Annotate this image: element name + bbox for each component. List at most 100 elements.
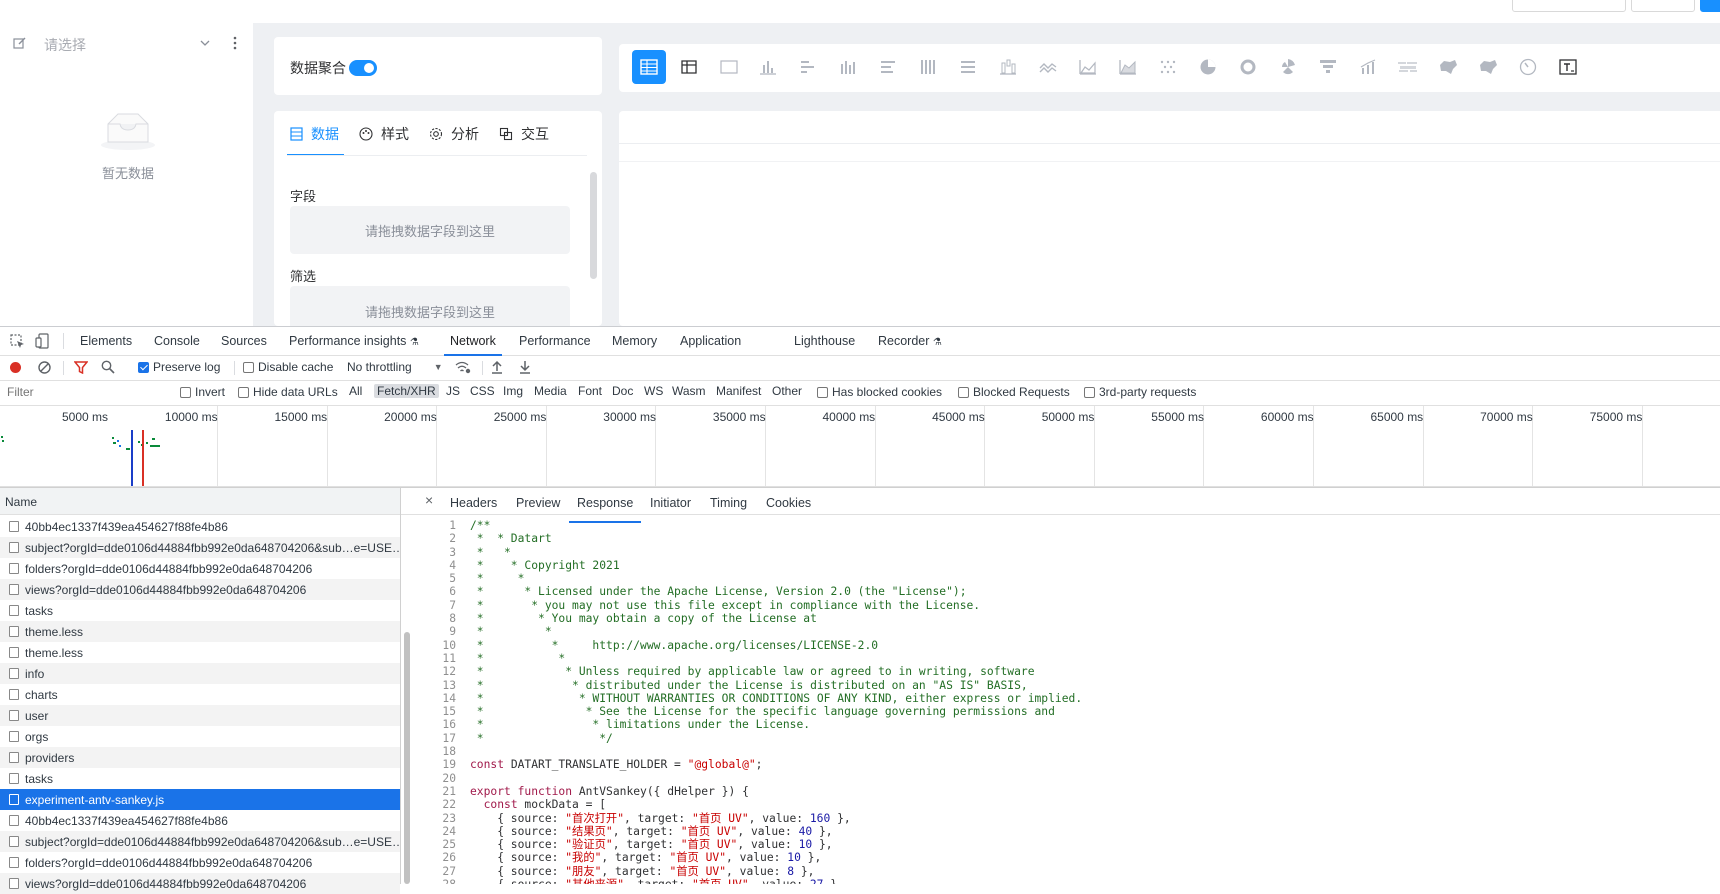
tab-interaction[interactable]: 交互 bbox=[499, 124, 549, 144]
area-chart-icon[interactable] bbox=[1073, 52, 1103, 82]
filter-type-wasm[interactable]: Wasm bbox=[672, 384, 706, 398]
tab-sources[interactable]: Sources bbox=[221, 327, 267, 355]
filter-type-other[interactable]: Other bbox=[772, 384, 802, 398]
funnel-icon[interactable] bbox=[1313, 52, 1343, 82]
filter-icon[interactable] bbox=[74, 361, 88, 374]
chevron-down-icon[interactable] bbox=[199, 37, 211, 49]
checkbox[interactable] bbox=[243, 361, 254, 373]
filter-drop-zone[interactable]: 请拖拽数据字段到这里 bbox=[290, 286, 570, 326]
config-scrollbar[interactable] bbox=[590, 172, 597, 279]
pivot-table-icon[interactable] bbox=[674, 52, 704, 82]
stacked-area-icon[interactable] bbox=[1113, 52, 1143, 82]
filter-input[interactable] bbox=[2, 382, 172, 402]
pie-chart-icon[interactable] bbox=[1193, 52, 1223, 82]
throttling-select[interactable]: No throttling ▼ bbox=[347, 360, 443, 374]
filter-type-manifest[interactable]: Manifest bbox=[716, 384, 761, 398]
source-select[interactable]: 请选择 bbox=[0, 23, 253, 63]
checkbox[interactable] bbox=[817, 386, 828, 398]
name-column-header[interactable]: Name bbox=[5, 495, 37, 509]
checkbox[interactable] bbox=[238, 386, 249, 398]
stacked-bar-icon[interactable] bbox=[913, 52, 943, 82]
filter-type-font[interactable]: Font bbox=[578, 384, 602, 398]
request-row[interactable]: 40bb4ec1337f439ea454627f88fe4b86 bbox=[0, 810, 400, 831]
waterfall-icon[interactable] bbox=[993, 52, 1023, 82]
tab-lighthouse[interactable]: Lighthouse bbox=[794, 327, 855, 355]
device-toolbar-icon[interactable] bbox=[35, 333, 49, 349]
tab-recorder[interactable]: Recorder ⚗ bbox=[878, 327, 942, 355]
stacked-hbar-icon[interactable] bbox=[873, 52, 903, 82]
request-row[interactable]: subject?orgId=dde0106d44884fbb992e0da648… bbox=[0, 537, 400, 558]
tab-data[interactable]: 数据 bbox=[290, 124, 339, 144]
scatter-map-icon[interactable] bbox=[1473, 52, 1503, 82]
score-card-icon[interactable] bbox=[714, 52, 744, 82]
request-row[interactable]: charts bbox=[0, 684, 400, 705]
request-row[interactable]: subject?orgId=dde0106d44884fbb992e0da648… bbox=[0, 831, 400, 852]
network-conditions-icon[interactable] bbox=[455, 361, 471, 374]
tab-preview[interactable]: Preview bbox=[516, 494, 560, 514]
invert-checkbox[interactable]: Invert bbox=[180, 385, 225, 399]
tab-elements[interactable]: Elements bbox=[80, 327, 132, 355]
map-icon[interactable] bbox=[1433, 52, 1463, 82]
more-vertical-icon[interactable] bbox=[229, 35, 241, 51]
filter-type-img[interactable]: Img bbox=[503, 384, 523, 398]
grouped-bar-icon[interactable] bbox=[833, 52, 863, 82]
table-chart-icon[interactable] bbox=[632, 50, 666, 84]
word-cloud-icon[interactable] bbox=[1393, 52, 1423, 82]
doughnut-icon[interactable] bbox=[1233, 52, 1263, 82]
field-drop-zone[interactable]: 请拖拽数据字段到这里 bbox=[290, 206, 570, 254]
import-har-icon[interactable] bbox=[491, 360, 503, 374]
scatter-icon[interactable] bbox=[1153, 52, 1183, 82]
request-row[interactable]: 40bb4ec1337f439ea454627f88fe4b86 bbox=[0, 516, 400, 537]
tab-performance-insights[interactable]: Performance insights ⚗ bbox=[289, 327, 419, 355]
request-row[interactable]: user bbox=[0, 705, 400, 726]
gauge-icon[interactable] bbox=[1513, 52, 1543, 82]
top-action-button[interactable] bbox=[1512, 0, 1626, 12]
tab-initiator[interactable]: Initiator bbox=[650, 494, 691, 514]
tab-timing[interactable]: Timing bbox=[710, 494, 747, 514]
filter-type-media[interactable]: Media bbox=[534, 384, 567, 398]
tab-style[interactable]: 样式 bbox=[359, 124, 409, 144]
tab-cookies[interactable]: Cookies bbox=[766, 494, 811, 514]
rich-text-icon[interactable] bbox=[1553, 52, 1583, 82]
clear-icon[interactable] bbox=[38, 361, 51, 374]
has-blocked-cookies-checkbox[interactable]: Has blocked cookies bbox=[817, 385, 942, 399]
aggregation-toggle[interactable] bbox=[349, 60, 377, 76]
double-y-icon[interactable] bbox=[1353, 52, 1383, 82]
request-row[interactable]: views?orgId=dde0106d44884fbb992e0da64870… bbox=[0, 579, 400, 600]
request-row[interactable]: folders?orgId=dde0106d44884fbb992e0da648… bbox=[0, 852, 400, 873]
tab-performance[interactable]: Performance bbox=[519, 327, 591, 355]
tab-memory[interactable]: Memory bbox=[612, 327, 657, 355]
response-code-viewer[interactable]: 1/** 2 * * Datart 3 * * 4 * * Copyright 202… bbox=[416, 519, 1720, 884]
tab-headers[interactable]: Headers bbox=[450, 494, 497, 514]
filter-type-fetch-xhr[interactable]: Fetch/XHR bbox=[374, 384, 439, 398]
inspect-element-icon[interactable] bbox=[10, 334, 25, 349]
request-row[interactable]: tasks bbox=[0, 768, 400, 789]
horizontal-bar-icon[interactable] bbox=[793, 52, 823, 82]
search-icon[interactable] bbox=[101, 360, 115, 374]
tab-console[interactable]: Console bbox=[154, 327, 200, 355]
percent-hbar-icon[interactable] bbox=[953, 52, 983, 82]
checkbox[interactable] bbox=[180, 386, 191, 398]
request-row[interactable]: orgs bbox=[0, 726, 400, 747]
filter-type-css[interactable]: CSS bbox=[470, 384, 495, 398]
export-har-icon[interactable] bbox=[519, 360, 531, 374]
filter-type-ws[interactable]: WS bbox=[644, 384, 663, 398]
requests-scrollbar[interactable] bbox=[404, 632, 410, 884]
filter-type-js[interactable]: JS bbox=[446, 384, 460, 398]
blocked-requests-checkbox[interactable]: Blocked Requests bbox=[958, 385, 1070, 399]
line-chart-icon[interactable] bbox=[1033, 52, 1063, 82]
edit-icon[interactable] bbox=[13, 36, 27, 50]
tab-network[interactable]: Network bbox=[444, 327, 502, 356]
filter-type-doc[interactable]: Doc bbox=[612, 384, 633, 398]
checkbox[interactable] bbox=[958, 386, 969, 398]
hide-data-urls-checkbox[interactable]: Hide data URLs bbox=[238, 385, 338, 399]
checkbox[interactable] bbox=[1084, 386, 1095, 398]
save-button[interactable] bbox=[1631, 0, 1695, 12]
tab-analysis[interactable]: 分析 bbox=[429, 124, 479, 144]
close-icon[interactable]: × bbox=[425, 492, 433, 508]
filter-type-all[interactable]: All bbox=[349, 384, 362, 398]
tab-response[interactable]: Response bbox=[568, 494, 642, 523]
third-party-checkbox[interactable]: 3rd-party requests bbox=[1084, 385, 1196, 399]
request-row[interactable]: theme.less bbox=[0, 621, 400, 642]
request-row[interactable]: providers bbox=[0, 747, 400, 768]
